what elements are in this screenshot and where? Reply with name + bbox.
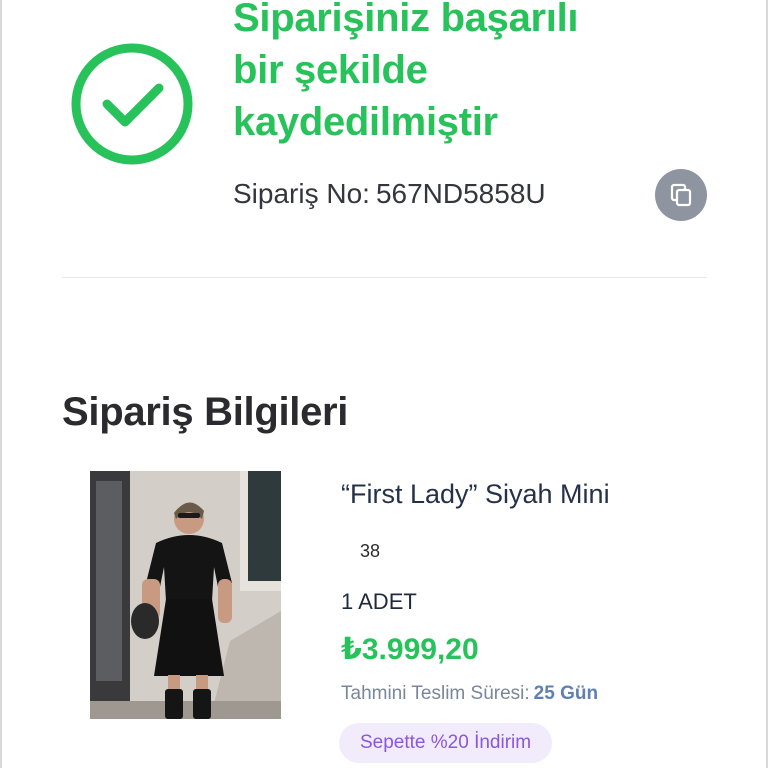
order-number-value: 567ND5858U: [375, 178, 546, 209]
check-circle-icon: [71, 43, 193, 165]
success-title-line: kaydedilmiştir: [233, 100, 498, 144]
left-border: [0, 0, 2, 768]
product-price: ₺3.999,20: [341, 633, 479, 666]
success-title: Siparişiniz başarılı bir şekilde kaydedi…: [233, 0, 673, 148]
success-title-line: bir şekilde: [233, 48, 428, 92]
product-name[interactable]: “First Lady” Siyah Mini: [341, 477, 610, 511]
delivery-days: 25 Gün: [533, 683, 599, 704]
order-number: Sipariş No: 567ND5858U: [233, 176, 546, 212]
order-number-label: Sipariş No:: [233, 178, 370, 209]
product-quantity: 1 ADET: [341, 589, 417, 614]
product-size: 38: [360, 541, 381, 561]
order-success-page: Siparişiniz başarılı bir şekilde kaydedi…: [0, 0, 768, 768]
delivery-label: Tahmini Teslim Süresi:: [341, 683, 530, 704]
section-title: Sipariş Bilgileri: [62, 390, 349, 434]
discount-badge: Sepette %20 İndirim: [339, 723, 553, 763]
product-image[interactable]: [90, 471, 281, 719]
success-title-line: Siparişiniz başarılı: [233, 0, 579, 40]
delivery-estimate: Tahmini Teslim Süresi: 25 Gün: [341, 682, 598, 706]
copy-icon: [670, 183, 692, 207]
divider: [62, 277, 707, 278]
copy-order-number-button[interactable]: [655, 169, 707, 221]
